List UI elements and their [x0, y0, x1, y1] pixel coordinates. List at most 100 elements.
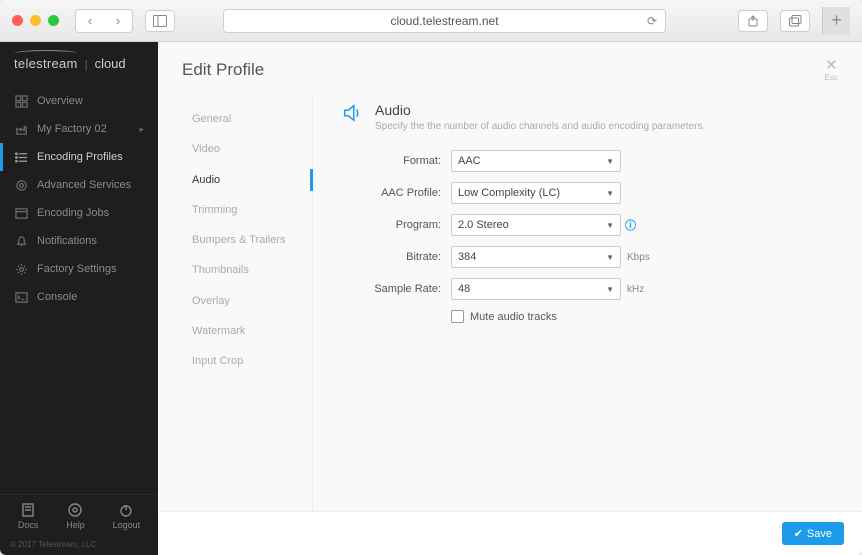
tab-thumbnails[interactable]: Thumbnails [182, 255, 312, 285]
nav-buttons: ‹ › [75, 9, 133, 33]
close-window-button[interactable] [12, 15, 23, 26]
sidebar-item-label: Console [37, 291, 77, 303]
unit-sample-rate: kHz [627, 284, 644, 295]
check-icon: ✔ [794, 527, 803, 540]
row-program: Program: 2.0 Stereo▼ ⓘ [341, 214, 838, 236]
chevron-right-icon: ▸ [139, 124, 144, 135]
chevron-down-icon: ▼ [606, 285, 614, 294]
section-title: Audio [375, 102, 705, 118]
tab-watermark[interactable]: Watermark [182, 316, 312, 346]
factory-icon [14, 122, 28, 136]
close-icon: ✕ [825, 58, 838, 73]
window-controls [12, 15, 59, 26]
row-bitrate: Bitrate: 384▼ Kbps [341, 246, 838, 268]
row-format: Format: AAC▼ [341, 150, 838, 172]
sidebar-toggle-button[interactable] [145, 10, 175, 32]
main-footer: ✔ Save [158, 511, 862, 555]
sidebar-nav: Overview My Factory 02 ▸ Encoding Profiles A… [0, 81, 158, 494]
sidebar: telestream | cloud Overview My Factory 02… [0, 42, 158, 555]
main-panel: Edit Profile ✕ Esc GeneralVideoAudioTrim… [158, 42, 862, 555]
footer-logout[interactable]: Logout [113, 503, 141, 530]
tab-audio[interactable]: Audio [182, 165, 312, 195]
brand-name: telestream [14, 56, 78, 71]
select-format[interactable]: AAC▼ [451, 150, 621, 172]
select-bitrate[interactable]: 384▼ [451, 246, 621, 268]
unit-bitrate: Kbps [627, 252, 650, 263]
sidebar-item-notifications[interactable]: Notifications [0, 227, 158, 255]
doc-icon [21, 503, 35, 517]
row-mute: Mute audio tracks [451, 310, 838, 323]
maximize-window-button[interactable] [48, 15, 59, 26]
app-body: telestream | cloud Overview My Factory 02… [0, 42, 862, 555]
grid-icon [14, 94, 28, 108]
main-header: Edit Profile ✕ Esc [158, 42, 862, 94]
sidebar-item-label: Overview [37, 95, 83, 107]
label-format: Format: [341, 155, 451, 167]
audio-icon [341, 102, 363, 129]
tab-input-crop[interactable]: Input Crop [182, 346, 312, 376]
tab-overlay[interactable]: Overlay [182, 286, 312, 316]
chrome-right: + [734, 7, 850, 35]
label-sample-rate: Sample Rate: [341, 283, 451, 295]
close-button[interactable]: ✕ Esc [825, 58, 838, 82]
minimize-window-button[interactable] [30, 15, 41, 26]
new-tab-button[interactable]: + [822, 7, 850, 35]
select-program[interactable]: 2.0 Stereo▼ [451, 214, 621, 236]
tabs-button[interactable] [780, 10, 810, 32]
tab-trimming[interactable]: Trimming [182, 195, 312, 225]
form-area: Audio Specify the the number of audio ch… [312, 94, 838, 511]
settings-tabs: GeneralVideoAudioTrimmingBumpers & Trail… [182, 94, 312, 511]
sidebar-item-label: My Factory 02 [37, 123, 107, 135]
sidebar-item-label: Encoding Profiles [37, 151, 123, 163]
brand: telestream | cloud [0, 42, 158, 81]
console-icon [14, 290, 28, 304]
row-aac-profile: AAC Profile: Low Complexity (LC)▼ [341, 182, 838, 204]
browser-chrome: ‹ › cloud.telestream.net ⟳ + [0, 0, 862, 42]
sidebar-item-factory-settings[interactable]: Factory Settings [0, 255, 158, 283]
row-sample-rate: Sample Rate: 48▼ kHz [341, 278, 838, 300]
select-sample-rate[interactable]: 48▼ [451, 278, 621, 300]
sidebar-item-label: Notifications [37, 235, 97, 247]
copyright: © 2017 Telestream, LLC [0, 534, 158, 555]
content-area: GeneralVideoAudioTrimmingBumpers & Trail… [158, 94, 862, 511]
tab-general[interactable]: General [182, 104, 312, 134]
footer-docs[interactable]: Docs [18, 503, 39, 530]
back-button[interactable]: ‹ [76, 10, 104, 32]
sidebar-item-encoding-jobs[interactable]: Encoding Jobs [0, 199, 158, 227]
label-program: Program: [341, 219, 451, 231]
footer-help[interactable]: Help [66, 503, 85, 530]
checkbox-mute[interactable] [451, 310, 464, 323]
sidebar-item-my-factory-02[interactable]: My Factory 02 ▸ [0, 115, 158, 143]
chevron-down-icon: ▼ [606, 253, 614, 262]
section-header: Audio Specify the the number of audio ch… [341, 102, 838, 132]
tab-bumpers-trailers[interactable]: Bumpers & Trailers [182, 225, 312, 255]
sidebar-item-advanced-services[interactable]: Advanced Services [0, 171, 158, 199]
chevron-down-icon: ▼ [606, 157, 614, 166]
page-title: Edit Profile [182, 60, 264, 80]
label-bitrate: Bitrate: [341, 251, 451, 263]
url-bar[interactable]: cloud.telestream.net ⟳ [223, 9, 666, 33]
chevron-down-icon: ▼ [606, 189, 614, 198]
gear-icon [14, 262, 28, 276]
list-icon [14, 150, 28, 164]
reload-icon[interactable]: ⟳ [647, 14, 657, 28]
sidebar-item-encoding-profiles[interactable]: Encoding Profiles [0, 143, 158, 171]
save-button[interactable]: ✔ Save [782, 522, 844, 545]
sidebar-item-console[interactable]: Console [0, 283, 158, 311]
jobs-icon [14, 206, 28, 220]
sidebar-item-overview[interactable]: Overview [0, 87, 158, 115]
share-button[interactable] [738, 10, 768, 32]
tab-video[interactable]: Video [182, 134, 312, 164]
info-icon[interactable]: ⓘ [625, 217, 636, 233]
close-hint: Esc [825, 73, 838, 82]
bell-icon [14, 234, 28, 248]
select-aac-profile[interactable]: Low Complexity (LC)▼ [451, 182, 621, 204]
sidebar-item-label: Encoding Jobs [37, 207, 109, 219]
sidebar-item-label: Factory Settings [37, 263, 116, 275]
forward-button[interactable]: › [104, 10, 132, 32]
brand-suffix: cloud [95, 56, 126, 71]
services-icon [14, 178, 28, 192]
sidebar-item-label: Advanced Services [37, 179, 131, 191]
browser-window: ‹ › cloud.telestream.net ⟳ + telestream … [0, 0, 862, 555]
power-icon [119, 503, 133, 517]
